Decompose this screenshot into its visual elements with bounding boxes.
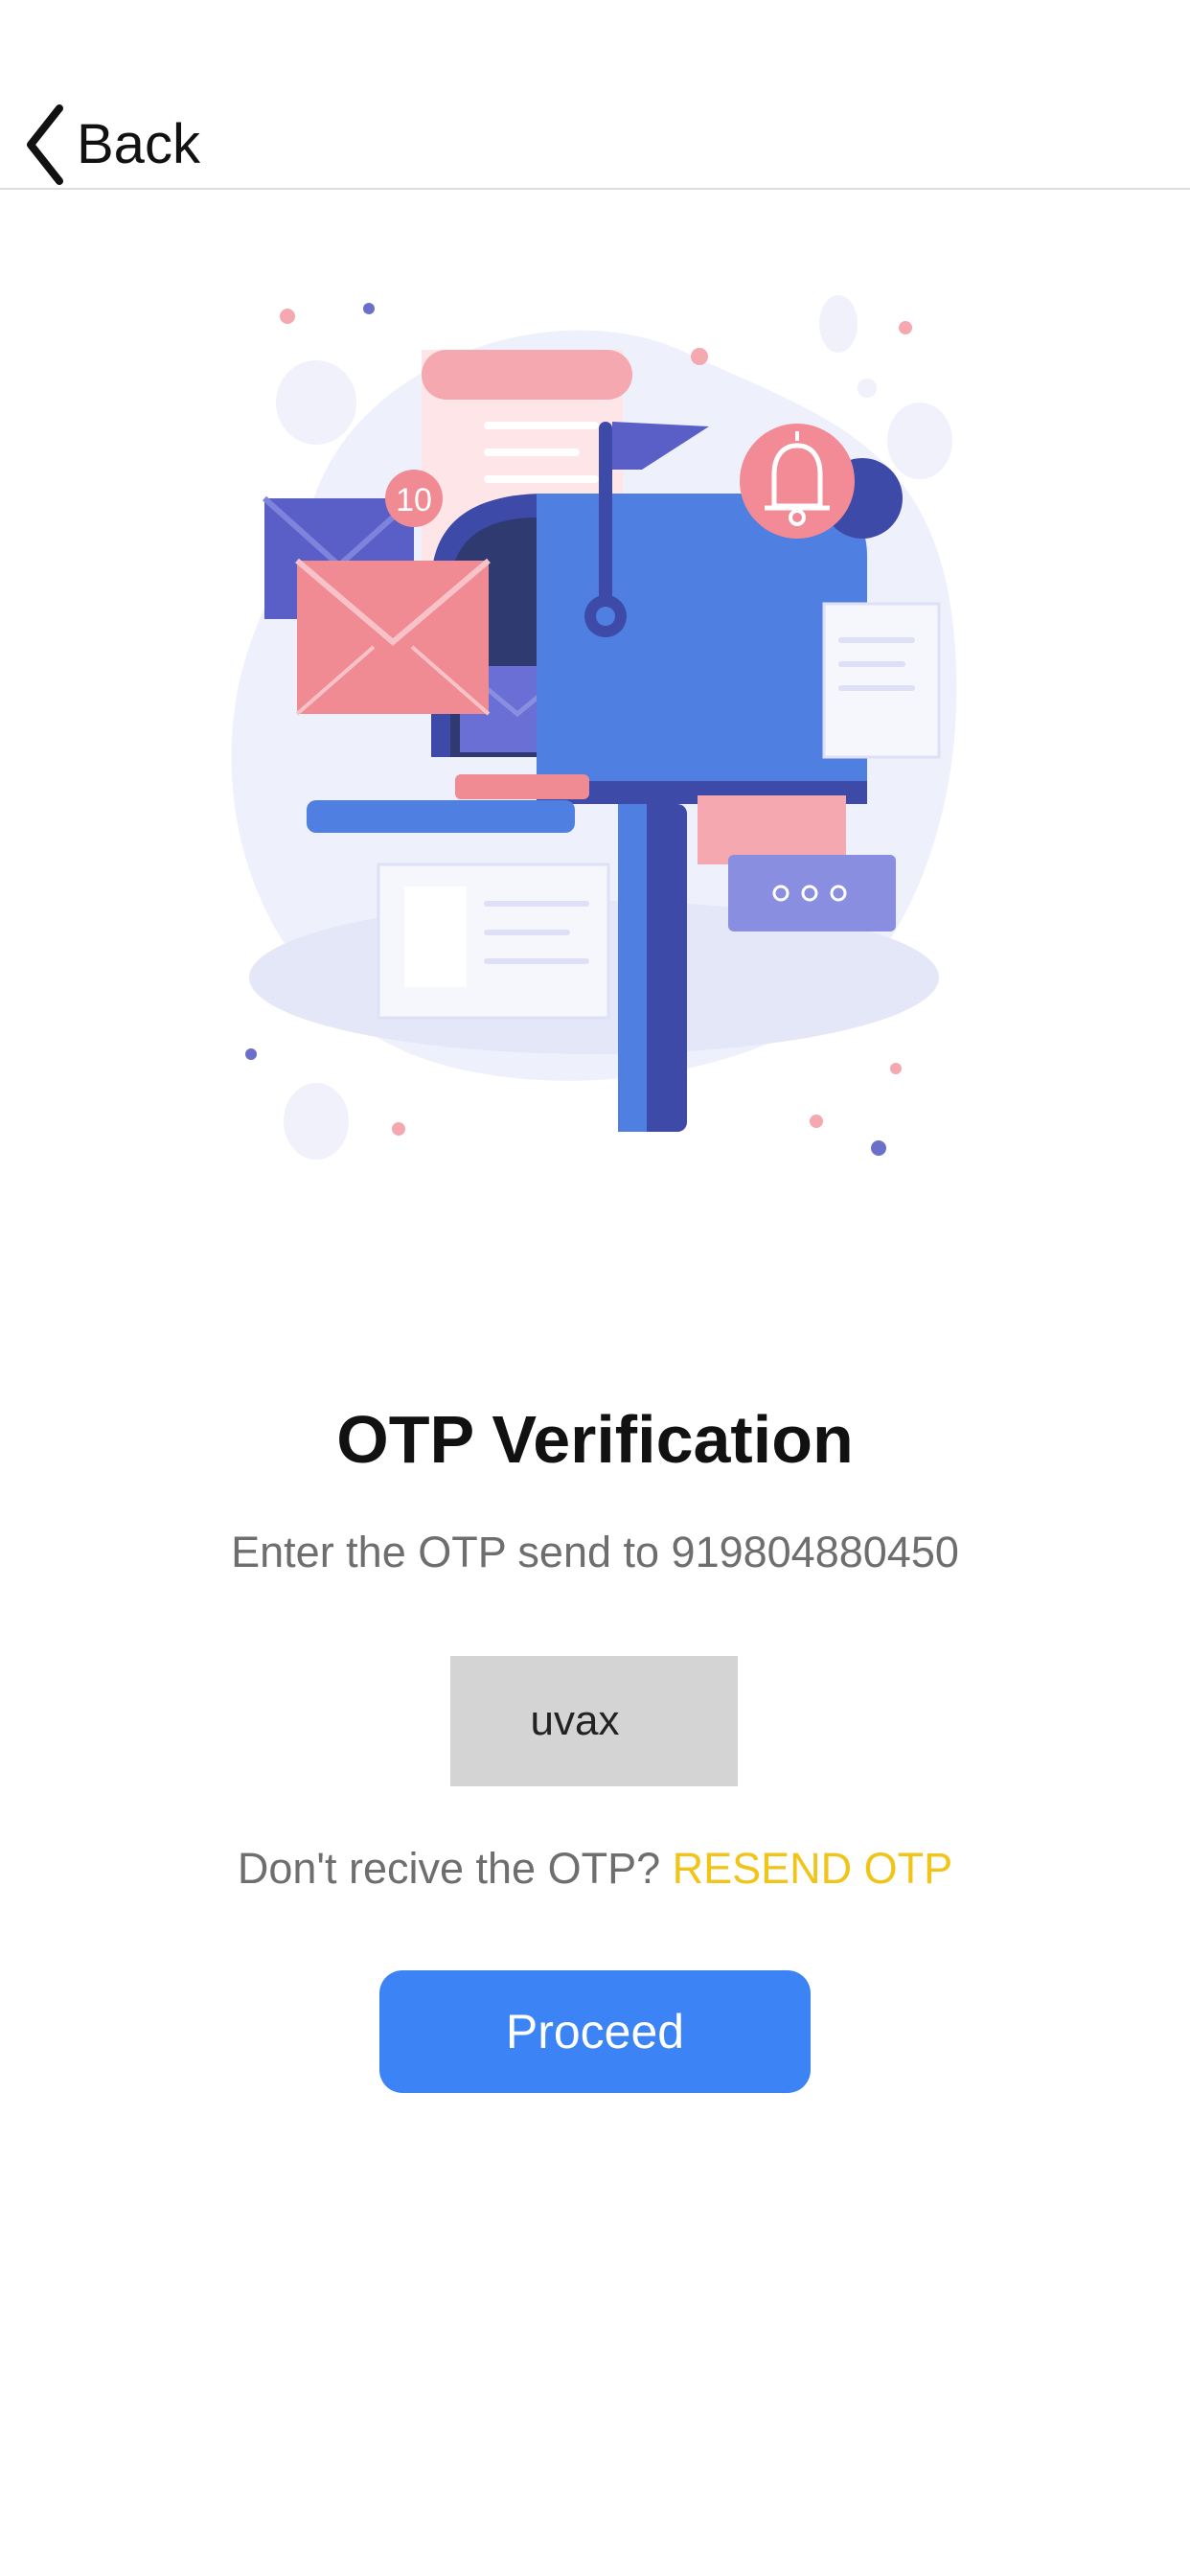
back-label: Back bbox=[77, 113, 200, 175]
badge-count: 10 bbox=[396, 482, 432, 518]
otp-destination-text: Enter the OTP send to 919804880450 bbox=[231, 1528, 959, 1576]
mailbox-illustration-graphic: 10 bbox=[231, 295, 957, 1160]
back-button[interactable]: Back bbox=[23, 102, 200, 188]
nav-bar: Back bbox=[0, 0, 1190, 190]
otp-verification-screen: Back 10 OTP Verification Enter the OTP s… bbox=[0, 0, 1190, 2576]
page-title: OTP Verification bbox=[336, 1402, 854, 1477]
resend-row: Don't recive the OTP? RESEND OTP bbox=[0, 1843, 1190, 1895]
mailbox-illustration: 10 bbox=[192, 278, 996, 1188]
resend-prompt: Don't recive the OTP? bbox=[237, 1844, 661, 1893]
proceed-button[interactable]: Proceed bbox=[379, 1970, 811, 2093]
resend-otp-link[interactable]: RESEND OTP bbox=[673, 1844, 953, 1893]
otp-input[interactable] bbox=[450, 1656, 738, 1786]
chevron-left-icon bbox=[27, 104, 63, 185]
